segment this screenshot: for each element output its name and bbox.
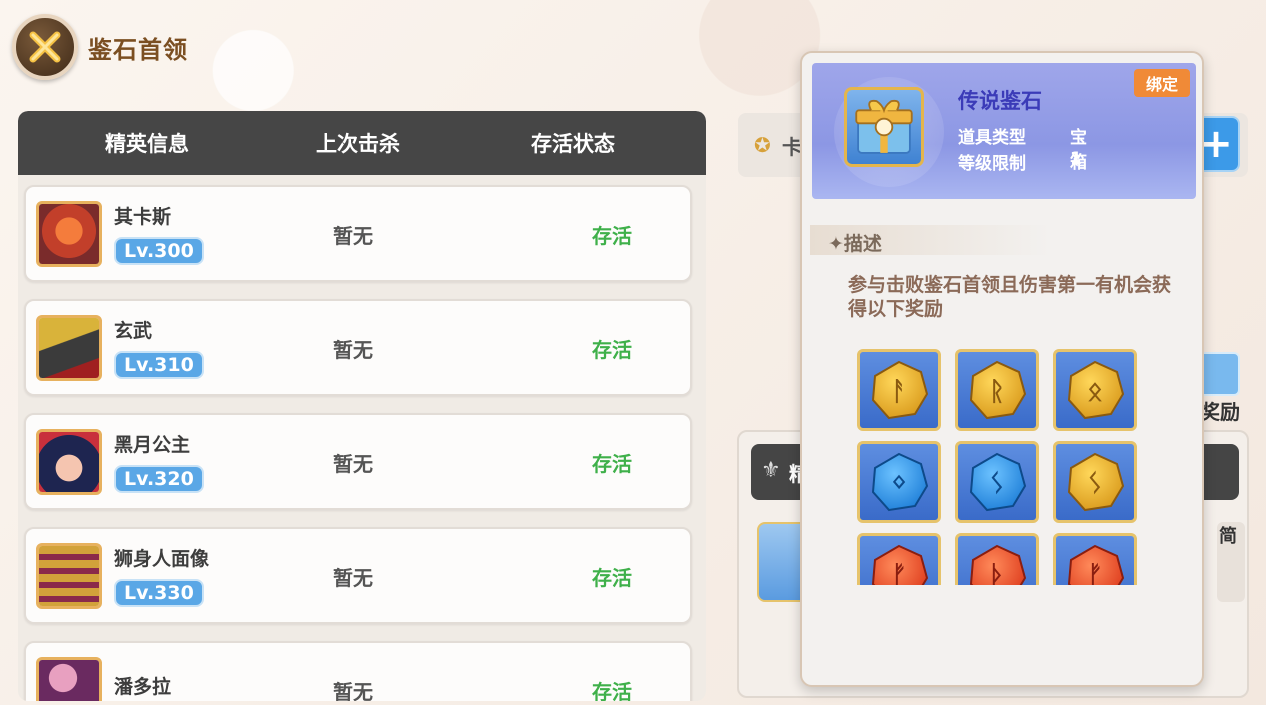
svg-text:ᛜ: ᛜ xyxy=(891,469,907,499)
boss-avatar xyxy=(36,542,102,609)
partial-item[interactable]: 简 xyxy=(1217,522,1245,602)
boss-name: 潘多拉 xyxy=(114,676,172,698)
item-header: 绑定 传说鉴石 道具类型 宝箱 等级限制 1 xyxy=(812,63,1196,199)
last-kill-text: 暂无 xyxy=(333,680,373,701)
boss-avatar xyxy=(36,200,102,267)
page-title: 鉴石首领 xyxy=(88,35,188,64)
boss-avatar xyxy=(36,428,102,495)
item-level-label: 等级限制 xyxy=(958,154,1026,174)
reward-grid: ᚨ ᚱ ᛟ ᛜ ᛊ ᛊ ᚠ ᚦ ᚠ xyxy=(857,349,1147,585)
column-header-last-kill: 上次击杀 xyxy=(316,132,400,156)
reward-label: 奖励 xyxy=(1200,400,1240,424)
bind-tag: 绑定 xyxy=(1133,69,1190,97)
status-text: 存活 xyxy=(592,566,632,590)
svg-text:ᛟ: ᛟ xyxy=(1087,377,1103,407)
description-header: ✦描述 xyxy=(810,225,1050,255)
gold-rune-stone-icon[interactable]: ᚱ xyxy=(955,349,1039,431)
partial-item-label: 简 xyxy=(1219,526,1237,547)
table-row[interactable]: 玄武 Lv.310 暂无 存活 xyxy=(24,299,692,396)
svg-text:ᚠ: ᚠ xyxy=(1087,561,1103,585)
table-row[interactable]: 狮身人面像 Lv.330 暂无 存活 xyxy=(24,527,692,624)
boss-list-panel: 精英信息 上次击杀 存活状态 其卡斯 Lv.300 暂无 存活 玄武 Lv.31… xyxy=(18,111,706,701)
red-rune-stone-icon[interactable]: ᚠ xyxy=(857,533,941,585)
red-rune-stone-icon[interactable]: ᚠ xyxy=(1053,533,1137,585)
item-title: 传说鉴石 xyxy=(958,89,1042,113)
item-type-row: 道具类型 宝箱 xyxy=(958,123,1087,173)
svg-text:ᚦ: ᚦ xyxy=(989,561,1005,585)
level-badge: Lv.320 xyxy=(114,465,204,493)
status-text: 存活 xyxy=(592,224,632,248)
item-type-label: 道具类型 xyxy=(958,128,1026,148)
item-tooltip-popup: 绑定 传说鉴石 道具类型 宝箱 等级限制 1 ✦描述 参与击败鉴石首领且伤害第一… xyxy=(800,51,1204,687)
status-text: 存活 xyxy=(592,452,632,476)
svg-text:ᚱ: ᚱ xyxy=(989,377,1005,407)
boss-avatar xyxy=(36,314,102,381)
fleur-icon: ⚜ xyxy=(761,458,781,483)
close-button[interactable] xyxy=(12,14,78,80)
boss-rows: 其卡斯 Lv.300 暂无 存活 玄武 Lv.310 暂无 存活 黑月公主 Lv… xyxy=(18,175,706,701)
red-rune-stone-icon[interactable]: ᚦ xyxy=(955,533,1039,585)
last-kill-text: 暂无 xyxy=(333,452,373,476)
boss-name: 黑月公主 xyxy=(114,434,191,456)
status-text: 存活 xyxy=(592,338,632,362)
status-text: 存活 xyxy=(592,680,632,701)
treasure-chest-icon xyxy=(844,87,924,167)
table-row[interactable]: 黑月公主 Lv.320 暂无 存活 xyxy=(24,413,692,510)
boss-name: 玄武 xyxy=(114,320,153,342)
svg-text:ᚠ: ᚠ xyxy=(891,561,907,585)
table-row[interactable]: 其卡斯 Lv.300 暂无 存活 xyxy=(24,185,692,282)
blue-rune-stone-icon[interactable]: ᛜ xyxy=(857,441,941,523)
item-level-value: 1 xyxy=(1070,149,1082,169)
last-kill-text: 暂无 xyxy=(333,338,373,362)
card-label: 卡 xyxy=(782,135,802,159)
gold-rune-stone-icon[interactable]: ᛟ xyxy=(1053,349,1137,431)
level-badge: Lv.300 xyxy=(114,237,204,265)
close-icon xyxy=(29,31,61,63)
item-level-row: 等级限制 1 xyxy=(958,149,1082,174)
boss-name: 其卡斯 xyxy=(114,206,172,228)
level-badge: Lv.330 xyxy=(114,579,204,607)
gold-rune-stone-icon[interactable]: ᚨ xyxy=(857,349,941,431)
boss-name: 狮身人面像 xyxy=(114,548,210,570)
star-icon: ✪ xyxy=(754,133,771,157)
column-header-elite-info: 精英信息 xyxy=(105,132,189,156)
page-header: 鉴石首领 xyxy=(12,14,188,80)
table-row[interactable]: 潘多拉 暂无 存活 xyxy=(24,641,692,701)
boss-avatar xyxy=(36,656,102,701)
last-kill-text: 暂无 xyxy=(333,566,373,590)
blue-rune-stone-icon[interactable]: ᛊ xyxy=(955,441,1039,523)
gold-rune-stone-icon[interactable]: ᛊ xyxy=(1053,441,1137,523)
last-kill-text: 暂无 xyxy=(333,224,373,248)
svg-text:ᚨ: ᚨ xyxy=(891,377,907,407)
description-title: ✦描述 xyxy=(828,233,882,255)
description-text: 参与击败鉴石首领且伤害第一有机会获得以下奖励 xyxy=(848,274,1172,320)
column-header-status: 存活状态 xyxy=(531,132,615,156)
table-header: 精英信息 上次击杀 存活状态 xyxy=(18,111,706,175)
svg-text:ᛊ: ᛊ xyxy=(989,469,1005,499)
svg-text:ᛊ: ᛊ xyxy=(1087,469,1103,499)
level-badge: Lv.310 xyxy=(114,351,204,379)
